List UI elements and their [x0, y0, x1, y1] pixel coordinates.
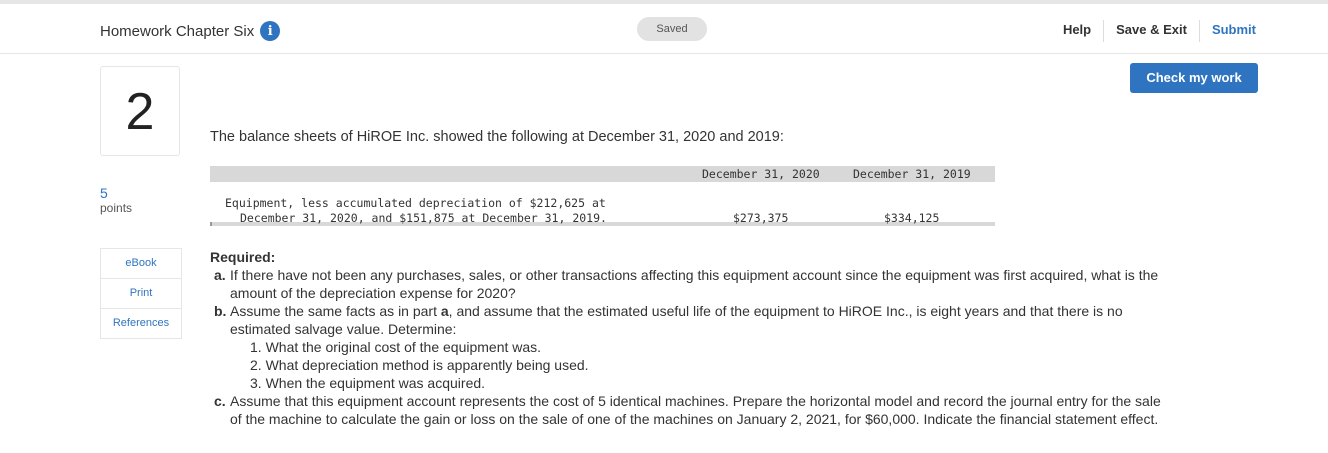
row-description-line-1: Equipment, less accumulated depreciation…: [225, 196, 606, 210]
submit-link[interactable]: Submit: [1200, 22, 1256, 42]
assignment-title-text: Homework Chapter Six: [100, 22, 255, 40]
resource-links: eBook Print References: [100, 248, 182, 339]
requirement-c: c. Assume that this equipment account re…: [210, 392, 1170, 428]
value-2020: $273,375: [733, 211, 789, 225]
ebook-link[interactable]: eBook: [101, 249, 181, 279]
question-number: 2: [100, 66, 180, 156]
column-header-2019: December 31, 2019: [853, 167, 971, 181]
points-value: 5: [100, 185, 108, 201]
points-label: points: [100, 201, 133, 215]
requirement-c-letter: c.: [214, 393, 226, 409]
check-my-work-button[interactable]: Check my work: [1130, 63, 1258, 93]
row-description: Equipment, less accumulated depreciation…: [225, 196, 607, 226]
requirement-a: a. If there have not been any purchases,…: [210, 266, 1170, 302]
points-block: 5 points: [100, 185, 132, 215]
top-links: Help Save & Exit Submit: [1051, 20, 1256, 42]
value-2019: $334,125: [884, 211, 940, 225]
table-header: December 31, 2020 December 31, 2019: [210, 166, 995, 182]
assignment-title: Homework Chapter Six i: [100, 21, 281, 41]
requirement-b-letter: b.: [214, 303, 227, 319]
help-link[interactable]: Help: [1051, 22, 1103, 42]
saved-status-badge: Saved: [637, 17, 707, 41]
balance-sheet-table: December 31, 2020 December 31, 2019 Equi…: [210, 166, 995, 226]
requirement-a-text: If there have not been any purchases, sa…: [230, 267, 1159, 301]
requirement-c-text: Assume that this equipment account repre…: [230, 393, 1161, 427]
required-section: Required: a. If there have not been any …: [210, 248, 1170, 428]
save-exit-link[interactable]: Save & Exit: [1104, 22, 1199, 42]
table-row: Equipment, less accumulated depreciation…: [210, 182, 995, 225]
requirement-b-text-bold: a: [440, 303, 449, 319]
row-description-line-2: December 31, 2020, and $151,875 at Decem…: [240, 211, 607, 225]
top-bar: Homework Chapter Six i Saved Help Save &…: [0, 0, 1328, 54]
question-intro: The balance sheets of HiROE Inc. showed …: [210, 129, 784, 145]
required-heading: Required:: [210, 249, 276, 265]
requirement-b-text-pre: Assume the same facts as in part: [230, 303, 441, 319]
column-header-2020: December 31, 2020: [702, 167, 820, 181]
requirement-b: b. Assume the same facts as in part a, a…: [210, 302, 1170, 338]
info-icon[interactable]: i: [260, 21, 281, 41]
list-item: 3. When the equipment was acquired.: [250, 375, 486, 391]
requirement-b-sublist: 1. What the original cost of the equipme…: [210, 338, 1170, 392]
requirement-a-letter: a.: [214, 267, 226, 283]
list-item: 1. What the original cost of the equipme…: [250, 339, 542, 355]
list-item: 2. What depreciation method is apparentl…: [250, 357, 589, 373]
print-link[interactable]: Print: [101, 279, 181, 309]
references-link[interactable]: References: [101, 309, 181, 338]
